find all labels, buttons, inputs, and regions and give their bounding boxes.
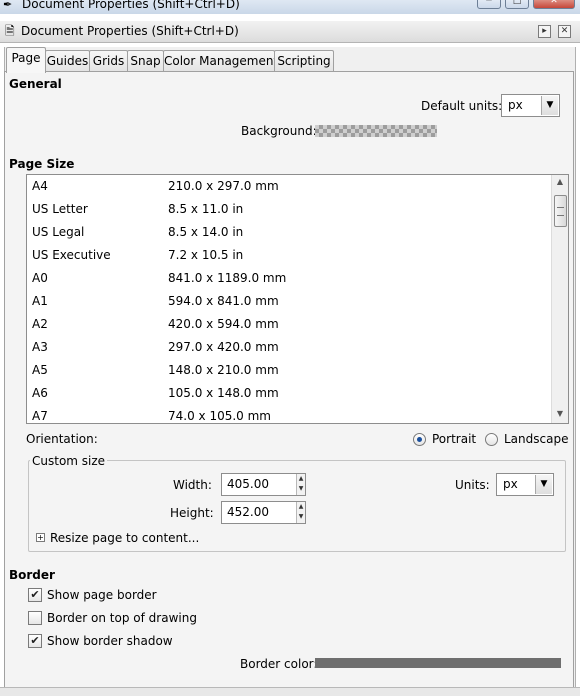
page-size-name: A4 — [32, 179, 48, 193]
iconify-panel-button[interactable]: ▸ — [538, 25, 551, 38]
list-item[interactable]: A0 841.0 x 1189.0 mm — [27, 267, 547, 290]
custom-size-title: Custom size — [30, 454, 108, 468]
window-title: Document Properties (Shift+Ctrl+D) — [22, 0, 240, 11]
spin-up-icon[interactable]: ▲ — [297, 502, 305, 512]
general-section-title: General — [9, 77, 62, 91]
page-size-scrollbar[interactable]: ▲ ▼ — [551, 175, 568, 423]
close-panel-button[interactable]: ✕ — [558, 25, 571, 38]
list-item[interactable]: US Legal 8.5 x 14.0 in — [27, 221, 547, 244]
maximize-button[interactable]: □ — [505, 0, 529, 9]
border-on-top-label[interactable]: Border on top of drawing — [47, 611, 197, 625]
show-border-shadow-label[interactable]: Show border shadow — [47, 634, 173, 648]
scroll-grip-icon — [557, 207, 564, 216]
page-size-dimensions: 7.2 x 10.5 in — [168, 248, 244, 262]
width-spinbox[interactable]: 405.00 ▲ ▼ — [221, 473, 306, 496]
panel-titlebar: 🗎 Document Properties (Shift+Ctrl+D) ▸ ✕ — [0, 21, 580, 43]
resize-page-to-content-expander[interactable]: Resize page to content... — [50, 531, 199, 545]
page-size-section-title: Page Size — [9, 157, 75, 171]
list-item[interactable]: US Executive 7.2 x 10.5 in — [27, 244, 547, 267]
list-item[interactable]: US Letter 8.5 x 11.0 in — [27, 198, 547, 221]
page-size-name: US Legal — [32, 225, 85, 239]
tab-snap[interactable]: Snap — [127, 50, 164, 71]
tab-color-management[interactable]: Color Management — [163, 50, 278, 71]
list-item[interactable]: A5 148.0 x 210.0 mm — [27, 359, 547, 382]
page-size-name: A3 — [32, 340, 48, 354]
chevron-down-icon: ▼ — [535, 475, 552, 494]
height-spinbox[interactable]: 452.00 ▲ ▼ — [221, 501, 306, 524]
expander-plus-icon[interactable]: + — [36, 533, 45, 542]
page-size-name: A2 — [32, 317, 48, 331]
border-color-swatch[interactable] — [315, 658, 561, 668]
custom-units-value: px — [503, 477, 518, 491]
page-size-name: US Letter — [32, 202, 88, 216]
page-size-dimensions: 8.5 x 11.0 in — [168, 202, 244, 216]
page-size-name: A1 — [32, 294, 48, 308]
border-section-title: Border — [9, 568, 55, 582]
tab-guides[interactable]: Guides — [45, 50, 90, 71]
portrait-radio[interactable] — [413, 433, 426, 446]
panel-title: Document Properties (Shift+Ctrl+D) — [21, 24, 239, 38]
tab-grids[interactable]: Grids — [89, 50, 128, 71]
height-label: Height: — [170, 506, 214, 520]
spin-down-icon[interactable]: ▼ — [297, 484, 305, 494]
show-border-shadow-checkbox[interactable]: ✔ — [28, 634, 42, 648]
orientation-label: Orientation: — [26, 432, 98, 446]
page-size-name: US Executive — [32, 248, 111, 262]
spin-down-icon[interactable]: ▼ — [297, 512, 305, 522]
portrait-label[interactable]: Portrait — [432, 432, 476, 446]
page-size-dimensions: 8.5 x 14.0 in — [168, 225, 244, 239]
page-size-dimensions: 105.0 x 148.0 mm — [168, 386, 279, 400]
page-size-list[interactable]: A4 210.0 x 297.0 mm US Letter 8.5 x 11.0 in… — [26, 174, 569, 424]
list-item[interactable]: A7 74.0 x 105.0 mm — [27, 405, 547, 423]
landscape-radio[interactable] — [485, 433, 498, 446]
page-size-name: A5 — [32, 363, 48, 377]
landscape-label[interactable]: Landscape — [504, 432, 568, 446]
tab-page[interactable]: Page — [6, 47, 46, 73]
scroll-up-arrow-icon[interactable]: ▲ — [552, 177, 568, 189]
show-page-border-checkbox[interactable]: ✔ — [28, 588, 42, 602]
page-size-dimensions: 210.0 x 297.0 mm — [168, 179, 279, 193]
document-properties-icon: 🗎 — [5, 24, 15, 38]
list-item[interactable]: A4 210.0 x 297.0 mm — [27, 175, 547, 198]
list-item[interactable]: A2 420.0 x 594.0 mm — [27, 313, 547, 336]
default-units-combo[interactable]: px ▼ — [501, 94, 560, 117]
list-item[interactable]: A6 105.0 x 148.0 mm — [27, 382, 547, 405]
tab-scripting[interactable]: Scripting — [274, 50, 334, 71]
width-value: 405.00 — [227, 477, 269, 491]
list-item[interactable]: A3 297.0 x 420.0 mm — [27, 336, 547, 359]
close-window-button[interactable]: ✕ — [533, 0, 575, 9]
window-titlebar: ✒ Document Properties (Shift+Ctrl+D) ─ □… — [0, 0, 580, 14]
page-size-name: A6 — [32, 386, 48, 400]
page-size-dimensions: 420.0 x 594.0 mm — [168, 317, 279, 331]
page-size-dimensions: 148.0 x 210.0 mm — [168, 363, 279, 377]
scroll-down-arrow-icon[interactable]: ▼ — [552, 409, 568, 421]
inkscape-app-icon: ✒ — [3, 0, 13, 11]
minimize-button[interactable]: ─ — [477, 0, 501, 9]
border-on-top-checkbox[interactable] — [28, 611, 42, 625]
background-label: Background: — [241, 124, 317, 138]
show-page-border-label[interactable]: Show page border — [47, 588, 157, 602]
page-size-dimensions: 841.0 x 1189.0 mm — [168, 271, 287, 285]
page-size-name: A0 — [32, 271, 48, 285]
page-size-dimensions: 594.0 x 841.0 mm — [168, 294, 279, 308]
page-size-dimensions: 74.0 x 105.0 mm — [168, 409, 271, 423]
custom-units-combo[interactable]: px ▼ — [496, 473, 554, 496]
spin-up-icon[interactable]: ▲ — [297, 474, 305, 484]
scroll-thumb[interactable] — [554, 195, 567, 227]
border-color-label: Border color: — [240, 657, 318, 671]
units-label: Units: — [455, 478, 490, 492]
background-color-swatch[interactable] — [315, 125, 437, 137]
default-units-value: px — [508, 98, 523, 112]
height-value: 452.00 — [227, 505, 269, 519]
list-item[interactable]: A1 594.0 x 841.0 mm — [27, 290, 547, 313]
default-units-label: Default units: — [421, 99, 503, 113]
page-size-dimensions: 297.0 x 420.0 mm — [168, 340, 279, 354]
width-label: Width: — [173, 478, 212, 492]
page-size-name: A7 — [32, 409, 48, 423]
chevron-down-icon: ▼ — [541, 96, 558, 115]
